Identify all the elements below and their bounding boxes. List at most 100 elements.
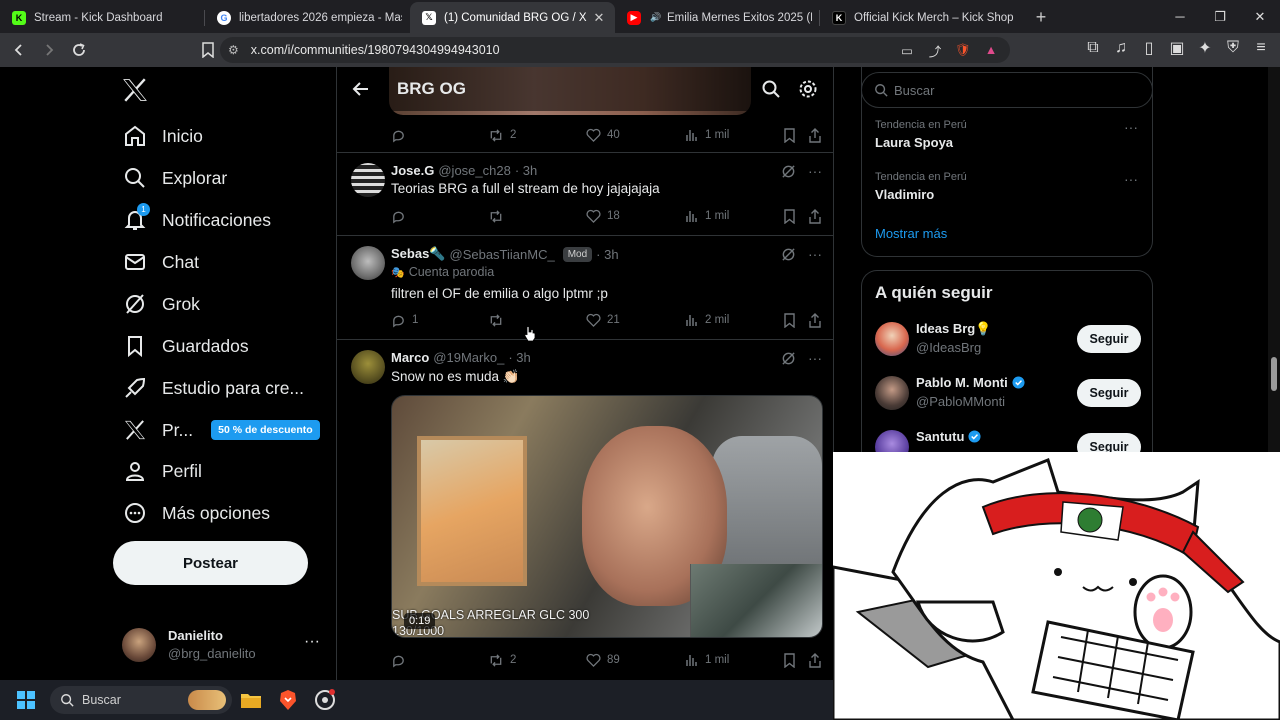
reply-button[interactable]: 1 bbox=[391, 313, 418, 328]
more-icon[interactable]: ··· bbox=[304, 633, 320, 651]
nav-item-grok[interactable]: Grok bbox=[122, 285, 200, 323]
scrollbar-thumb[interactable] bbox=[1271, 357, 1277, 391]
reload-icon[interactable] bbox=[66, 37, 92, 63]
forward-icon[interactable] bbox=[36, 37, 62, 63]
tweet-author-name[interactable]: Sebas🔦 bbox=[391, 246, 446, 262]
who-to-follow-item[interactable]: Pablo M. Monti @PabloMMonti Seguir bbox=[875, 373, 1141, 413]
share-button[interactable] bbox=[808, 312, 822, 328]
share-button[interactable] bbox=[808, 652, 822, 668]
tweet-time[interactable]: · 3h bbox=[508, 350, 530, 365]
site-settings-icon[interactable]: ⚙ bbox=[228, 43, 239, 57]
tweet-author-handle[interactable]: @jose_ch28 bbox=[438, 163, 510, 178]
trend-item[interactable]: Tendencia en Perú Vladimiro bbox=[875, 171, 967, 202]
tab-kick-shop[interactable]: K Official Kick Merch – Kick Shop bbox=[820, 2, 1025, 33]
avatar[interactable] bbox=[351, 350, 385, 384]
who-to-follow-item[interactable]: Ideas Brg💡 @IdeasBrg Seguir bbox=[875, 319, 1141, 359]
new-tab-button[interactable]: + bbox=[1025, 2, 1057, 33]
nav-item-explorar[interactable]: Explorar bbox=[122, 159, 227, 197]
wallet-icon[interactable]: ▣ bbox=[1168, 39, 1186, 57]
show-more-link[interactable]: Mostrar más bbox=[875, 226, 947, 241]
account-switcher[interactable]: Danielito @brg_danielito ··· bbox=[122, 625, 332, 665]
reply-button[interactable] bbox=[391, 128, 406, 143]
search-input[interactable]: Buscar bbox=[861, 72, 1153, 108]
tweet-time[interactable]: · 3h bbox=[596, 247, 618, 262]
like-button[interactable]: 18 bbox=[586, 209, 620, 223]
views-button[interactable]: 1 mil bbox=[685, 209, 729, 223]
trend-item[interactable]: Tendencia en Perú Laura Spoya bbox=[875, 119, 967, 150]
brave-shield-icon[interactable]: 🛡 bbox=[954, 41, 972, 59]
brave-rewards-icon[interactable]: ▲ bbox=[982, 41, 1000, 59]
post-button[interactable]: Postear bbox=[113, 541, 308, 585]
close-tab-icon[interactable]: ✕ bbox=[591, 10, 607, 26]
retweet-button[interactable]: 2 bbox=[488, 128, 516, 143]
grok-icon[interactable] bbox=[781, 351, 796, 366]
file-explorer-icon[interactable] bbox=[240, 690, 262, 710]
tweet[interactable]: Marco @19Marko_ · 3h ··· Snow no es muda… bbox=[337, 340, 833, 680]
tab-kick-dashboard[interactable]: K Stream - Kick Dashboard bbox=[0, 2, 205, 33]
retweet-button[interactable] bbox=[488, 313, 504, 328]
like-button[interactable]: 21 bbox=[586, 313, 620, 327]
screenshot-icon[interactable]: ⧉ bbox=[1084, 39, 1102, 57]
brave-browser-icon[interactable] bbox=[277, 689, 299, 711]
back-icon[interactable] bbox=[6, 37, 32, 63]
reply-button[interactable] bbox=[391, 653, 406, 668]
minimize-icon[interactable]: ─ bbox=[1160, 0, 1200, 33]
nav-item-perfil[interactable]: Perfil bbox=[122, 452, 202, 490]
sidebar-icon[interactable]: ▯ bbox=[1140, 39, 1158, 57]
views-button[interactable]: 1 mil bbox=[685, 128, 729, 142]
more-icon[interactable]: ··· bbox=[808, 246, 822, 262]
windows-start-icon[interactable] bbox=[16, 690, 36, 710]
cast-icon[interactable]: ▭ bbox=[898, 41, 916, 59]
bookmark-icon[interactable] bbox=[195, 37, 221, 63]
share-button[interactable] bbox=[808, 127, 822, 143]
obs-icon[interactable] bbox=[314, 689, 336, 711]
views-button[interactable]: 1 mil bbox=[685, 653, 729, 667]
nav-item-mas-opciones[interactable]: Más opciones bbox=[122, 494, 270, 532]
discount-badge[interactable]: 50 % de descuento bbox=[211, 420, 320, 440]
nav-item-chat[interactable]: Chat bbox=[122, 243, 199, 281]
vpn-icon[interactable]: ⛨ bbox=[1224, 39, 1242, 57]
nav-item-notificaciones[interactable]: 1 Notificaciones bbox=[122, 201, 271, 239]
share-icon[interactable]: ⤴ bbox=[926, 41, 944, 59]
more-icon[interactable]: ··· bbox=[808, 163, 822, 179]
avatar[interactable] bbox=[875, 322, 909, 356]
tab-x-community[interactable]: 𝕏 (1) Comunidad BRG OG / X ✕ bbox=[410, 2, 615, 33]
more-icon[interactable]: ··· bbox=[1124, 119, 1138, 135]
bookmark-button[interactable] bbox=[783, 208, 796, 224]
reply-button[interactable] bbox=[391, 209, 406, 224]
back-arrow-icon[interactable] bbox=[351, 79, 371, 99]
x-logo-icon[interactable] bbox=[122, 78, 148, 102]
follow-button[interactable]: Seguir bbox=[1077, 379, 1141, 407]
nav-item-guardados[interactable]: Guardados bbox=[122, 327, 249, 365]
nav-item-estudio[interactable]: Estudio para cre... bbox=[122, 369, 304, 407]
music-icon[interactable]: ♫ bbox=[1112, 39, 1130, 57]
like-button[interactable]: 89 bbox=[586, 653, 620, 667]
close-window-icon[interactable]: ✕ bbox=[1240, 0, 1280, 33]
grok-icon[interactable] bbox=[781, 247, 796, 262]
url-text[interactable]: x.com/i/communities/1980794304994943010 bbox=[251, 43, 500, 57]
taskbar-search[interactable]: Buscar bbox=[50, 686, 232, 714]
menu-icon[interactable]: ≡ bbox=[1252, 39, 1270, 57]
bookmark-button[interactable] bbox=[783, 652, 796, 668]
tweet-author-handle[interactable]: @19Marko_ bbox=[433, 350, 504, 365]
tweet[interactable]: Sebas🔦 @SebasTiianMC_ Mod · 3h ··· 🎭 Cue… bbox=[337, 236, 833, 340]
bookmark-button[interactable] bbox=[783, 312, 796, 328]
tab-youtube[interactable]: ▶ 🔊 Emilia Mernes Exitos 2025 (Best C bbox=[615, 2, 820, 33]
more-icon[interactable]: ··· bbox=[808, 350, 822, 366]
avatar[interactable] bbox=[351, 246, 385, 280]
address-bar[interactable]: ⚙ x.com/i/communities/198079430499494301… bbox=[220, 37, 1010, 63]
tweet[interactable]: Jose.G @jose_ch28 · 3h ··· Teorias BRG a… bbox=[337, 153, 833, 236]
restore-icon[interactable]: ❐ bbox=[1200, 0, 1240, 33]
tweet-time[interactable]: · 3h bbox=[515, 163, 537, 178]
share-button[interactable] bbox=[808, 208, 822, 224]
bookmark-button[interactable] bbox=[783, 127, 796, 143]
follow-button[interactable]: Seguir bbox=[1077, 325, 1141, 353]
nav-item-premium[interactable]: Pr... 50 % de descuento bbox=[122, 411, 320, 449]
leo-ai-icon[interactable]: ✦ bbox=[1196, 39, 1214, 57]
avatar[interactable] bbox=[875, 376, 909, 410]
retweet-button[interactable] bbox=[488, 209, 504, 224]
speaker-icon[interactable]: 🔊 bbox=[649, 11, 663, 25]
tweet-author-handle[interactable]: @SebasTiianMC_ bbox=[450, 247, 555, 262]
tab-google-search[interactable]: G libertadores 2026 empieza - Mask'ar bbox=[205, 2, 410, 33]
tweet-author-name[interactable]: Jose.G bbox=[391, 163, 434, 178]
